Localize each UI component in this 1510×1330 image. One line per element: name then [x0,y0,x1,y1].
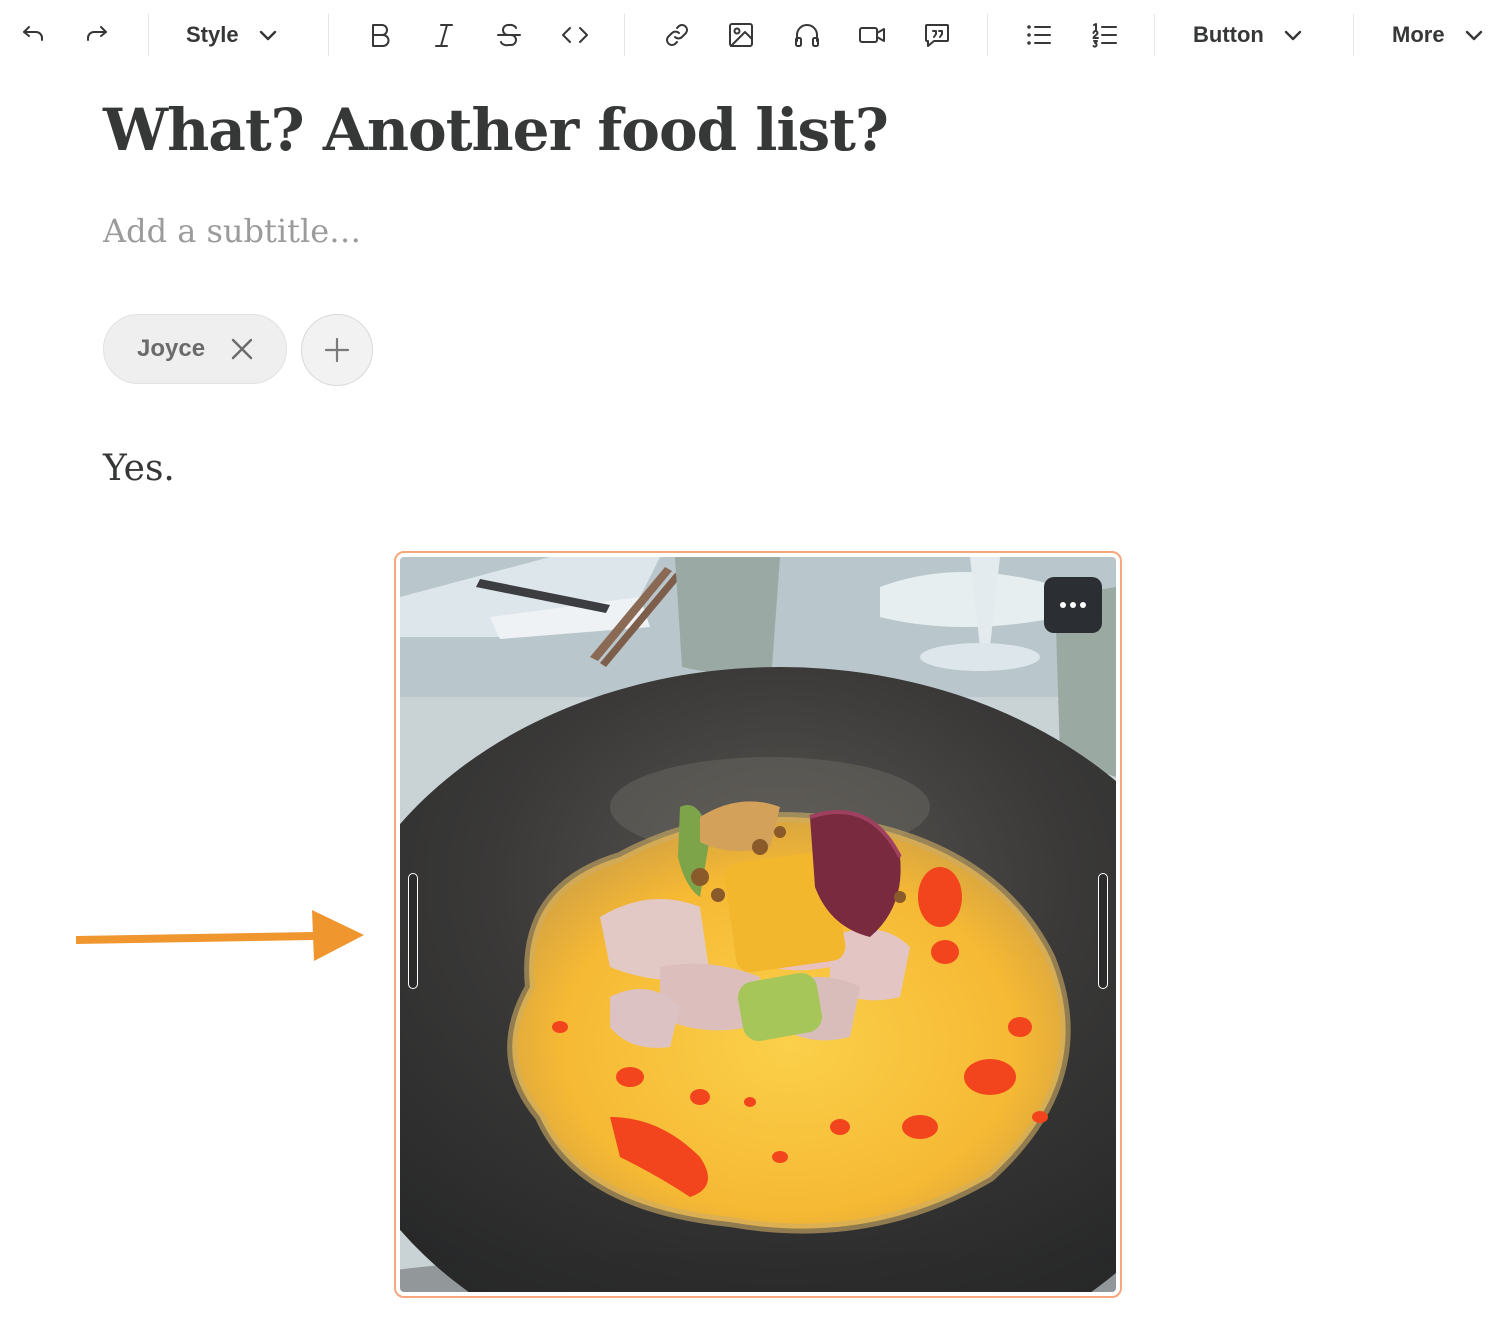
add-author-button[interactable] [301,314,373,386]
style-dropdown-label: Style [186,22,239,47]
resize-handle-right[interactable] [1098,873,1108,989]
toolbar-divider [148,14,149,56]
post-title[interactable]: What? Another food list? [103,96,889,164]
quote-button[interactable] [918,14,956,56]
more-horizontal-icon [1080,602,1086,608]
redo-icon [87,26,107,41]
audio-button[interactable] [788,14,826,56]
code-icon [562,27,588,43]
more-dropdown[interactable]: More [1392,14,1485,56]
plus-icon [324,337,350,363]
video-icon [859,27,885,43]
food-photo [400,557,1116,1292]
link-icon [666,24,688,46]
close-icon [231,338,253,360]
strikethrough-icon [497,23,521,47]
bold-icon [372,24,390,47]
image-button[interactable] [722,14,760,56]
editor-toolbar: Style Button More [0,0,1510,70]
remove-author-button[interactable] [229,336,255,362]
chevron-down-icon [1284,30,1302,41]
button-dropdown-label: Button [1193,22,1264,47]
link-button[interactable] [658,14,696,56]
numbered-list-button[interactable] [1086,14,1124,56]
image-container [400,557,1116,1292]
more-horizontal-icon [1070,602,1076,608]
arrow-icon [76,910,364,961]
chevron-down-icon [259,30,276,41]
image-icon [729,23,753,47]
numbered-list-icon [1092,23,1117,48]
author-name: Joyce [137,335,206,362]
italic-icon [435,24,453,47]
toolbar-divider [987,14,988,56]
strikethrough-button[interactable] [491,14,527,56]
more-horizontal-icon [1060,602,1066,608]
code-button[interactable] [556,14,594,56]
chevron-down-icon [1465,30,1482,41]
bullet-list-button[interactable] [1020,14,1058,56]
toolbar-divider [328,14,329,56]
quote-icon [925,24,949,47]
redo-button[interactable] [78,14,116,56]
toolbar-divider [1154,14,1155,56]
video-button[interactable] [852,14,892,56]
style-dropdown[interactable]: Style [186,14,279,56]
resize-handle-left[interactable] [408,873,418,989]
italic-button[interactable] [426,14,462,56]
bold-button[interactable] [362,14,398,56]
undo-icon [23,26,43,41]
toolbar-divider [1353,14,1354,56]
image-options-button[interactable] [1044,577,1102,633]
more-dropdown-label: More [1392,22,1445,47]
button-dropdown[interactable]: Button [1193,14,1304,56]
author-chip[interactable]: Joyce [103,314,287,384]
subtitle-input[interactable] [103,212,803,250]
audio-icon [795,24,819,47]
toolbar-divider [624,14,625,56]
body-paragraph[interactable]: Yes. [103,448,175,489]
image-block[interactable] [394,551,1122,1298]
bullet-list-icon [1027,25,1051,45]
undo-button[interactable] [14,14,52,56]
byline: Joyce [103,314,373,386]
